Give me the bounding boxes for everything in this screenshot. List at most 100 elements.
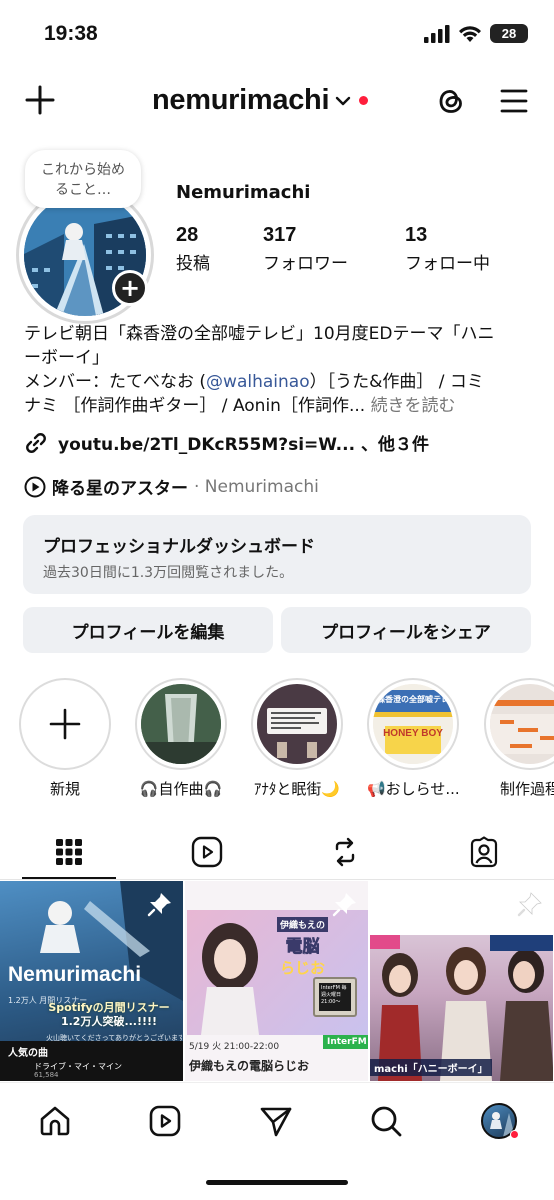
post-artist: Nemurimachi <box>8 963 142 986</box>
highlight-label: 📢おしらせ... <box>367 780 460 798</box>
highlight-ring <box>135 678 227 770</box>
nav-home[interactable] <box>33 1099 77 1143</box>
bio-text: ナミ ［作詞作曲ギター］ / Aonin［作詞作... <box>24 396 371 416</box>
post-schedule: 5/19 火 21:00-22:00 <box>189 1042 280 1052</box>
highlight-ring <box>484 678 554 770</box>
radio-logo-top: 伊織もえの <box>277 917 329 932</box>
post-banner-line: Spotifyの月間リスナー <box>48 1001 170 1014</box>
music-song: 降る星のアスター <box>52 479 188 499</box>
pinned-icon <box>517 891 543 921</box>
stat-label: フォロー中 <box>405 254 490 274</box>
stat-label: フォロワー <box>263 254 348 274</box>
edit-profile-button[interactable]: プロフィールを編集 <box>23 607 273 653</box>
account-switcher[interactable]: nemurimachi <box>152 84 369 117</box>
tab-reposts[interactable] <box>325 832 365 872</box>
notification-dot <box>510 1130 519 1139</box>
status-icons: 28 <box>424 24 528 43</box>
link-icon <box>26 432 46 453</box>
plus-icon: + <box>119 274 141 302</box>
link-text: youtu.be/2Tl_DKcR55M?si=W... 、他３件 <box>58 435 429 455</box>
reels-icon <box>149 1105 181 1137</box>
post-popular-label: 人気の曲 <box>8 1048 48 1059</box>
add-story-button[interactable]: + <box>112 270 148 306</box>
send-icon <box>260 1107 292 1137</box>
profile-link[interactable]: youtu.be/2Tl_DKcR55M?si=W... 、他３件 <box>24 430 429 455</box>
home-icon <box>40 1106 70 1136</box>
pinned-icon <box>147 891 173 921</box>
highlight-cover <box>141 684 221 764</box>
music-artist: · Nemurimachi <box>194 476 319 497</box>
nav-direct[interactable] <box>254 1099 298 1143</box>
profile-note[interactable]: これから始め ること… <box>25 150 141 208</box>
share-profile-button[interactable]: プロフィールをシェア <box>281 607 531 653</box>
dashboard-subtitle: 過去30日間に1.3万回閲覧されました。 <box>43 565 294 581</box>
pinned-icon <box>332 891 358 921</box>
play-circle-icon <box>24 476 46 497</box>
stat-followers[interactable]: 317 フォロワー <box>263 224 348 274</box>
highlight-making-process[interactable]: 制作過程 <box>484 678 554 799</box>
bio-line: メンバー：たてべなお (@walhainao）［うた&作曲］ / コミ <box>24 370 534 394</box>
note-line-2: ること… <box>55 182 111 198</box>
tab-grid[interactable] <box>49 832 89 872</box>
bio-text: メンバー：たてべなお ( <box>24 372 207 392</box>
highlight-cover-text: 森香澄の全部嘘テレビ <box>377 695 449 704</box>
bio-line: テレビ朝日「森香澄の全部嘘テレビ」10月度EDテーマ「ハニ <box>24 324 495 344</box>
profile-music[interactable]: 降る星のアスター · Nemurimachi <box>24 474 319 499</box>
stat-following[interactable]: 13 フォロー中 <box>405 224 490 274</box>
repost-icon <box>335 837 355 867</box>
highlight-new[interactable]: 新規 <box>19 678 111 799</box>
highlight-announcements[interactable]: HONEY BOY 森香澄の全部嘘テレビ 📢おしらせ... <box>367 678 460 799</box>
highlight-anata-to-nemurimachi[interactable]: ｱﾅﾀと眠街🌙 <box>251 678 343 799</box>
username-title: nemurimachi <box>152 84 330 116</box>
highlight-cover-text: HONEY BOY <box>383 728 443 739</box>
stat-label: 投稿 <box>176 254 210 274</box>
menu-button[interactable] <box>500 88 528 118</box>
bio-line: ーボーイ」 <box>24 348 109 368</box>
hamburger-icon <box>500 89 528 113</box>
stat-posts[interactable]: 28 投稿 <box>176 224 210 274</box>
threads-icon <box>439 90 462 113</box>
nav-search[interactable] <box>364 1099 408 1143</box>
note-line-1: これから始め <box>41 162 125 178</box>
notification-dot <box>359 96 369 105</box>
post-station-badge: InterFM <box>323 1035 368 1049</box>
post-thumbnail[interactable]: Nemurimachi 1.2万人 月間リスナー Spotifyの月間リスナー … <box>0 881 183 1081</box>
grid-icon <box>56 839 82 865</box>
radio-logo: 伊織もえの 電脳 らじお <box>277 917 329 978</box>
chevron-down-icon <box>336 96 351 105</box>
post-caption: machi「ハニーボーイ」 <box>370 1059 492 1076</box>
wifi-icon <box>459 25 481 42</box>
post-banner: Spotifyの月間リスナー 1.2万人突破...!!!! <box>36 1001 182 1029</box>
reels-icon <box>191 836 223 868</box>
status-bar: 19:38 28 <box>0 0 554 70</box>
plus-icon <box>49 708 81 740</box>
highlight-label: 制作過程 <box>499 780 554 798</box>
post-thumbnail[interactable]: 伊織もえの 電脳 らじお InterFM 毎週火曜日 21:00〜 5/19 火… <box>185 881 368 1081</box>
monitor-text: InterFM 毎週火曜日 21:00〜 <box>319 983 351 1011</box>
tagged-icon <box>470 836 498 868</box>
highlight-cover <box>490 684 554 764</box>
highlight-ring <box>251 678 343 770</box>
bio-line: ナミ ［作詞作曲ギター］ / Aonin［作詞作... 続きを読む <box>24 394 534 418</box>
radio-logo-bottom: らじお <box>280 959 326 977</box>
post-thumbnail[interactable]: machi「ハニーボーイ」 <box>370 881 553 1081</box>
post-monitor: InterFM 毎週火曜日 21:00〜 <box>313 977 357 1017</box>
nav-profile[interactable] <box>477 1099 521 1143</box>
professional-dashboard[interactable]: プロフェッショナルダッシュボード 過去30日間に1.3万回閲覧されました。 <box>23 515 531 594</box>
home-indicator <box>206 1180 348 1185</box>
signal-icon <box>424 24 450 43</box>
create-button[interactable] <box>24 84 56 120</box>
highlight-original-songs[interactable]: 🎧自作曲🎧 <box>135 678 227 799</box>
dashboard-title: プロフェッショナルダッシュボード <box>43 537 315 557</box>
post-photo <box>201 923 259 1035</box>
tab-reels[interactable] <box>187 832 227 872</box>
active-tab-indicator <box>22 877 116 879</box>
read-more-link[interactable]: 続きを読む <box>371 396 456 416</box>
threads-button[interactable] <box>434 84 468 122</box>
highlight-label: ｱﾅﾀと眠街🌙 <box>253 780 341 798</box>
radio-logo-mid: 電脳 <box>285 937 320 958</box>
bio-mention-link[interactable]: @walhainao <box>206 372 310 392</box>
nav-reels[interactable] <box>143 1099 187 1143</box>
tab-tagged[interactable] <box>464 832 504 872</box>
stat-value: 317 <box>263 224 297 246</box>
